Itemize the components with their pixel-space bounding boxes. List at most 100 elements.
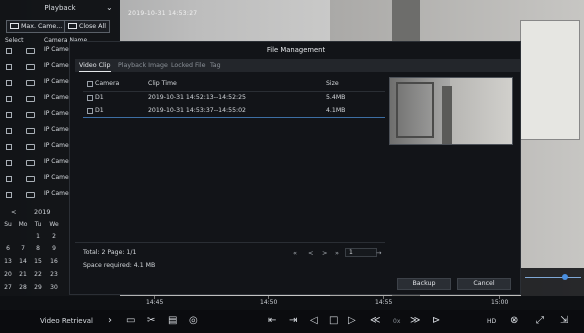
checkbox[interactable] [6,80,12,86]
hd-label[interactable]: HD [487,318,496,325]
timeline-label: 14:45 [146,299,164,306]
camera-icon [26,96,35,102]
snapshot-camera-icon[interactable]: ◎ [189,315,198,327]
image-icon[interactable]: ▤ [168,315,177,327]
checkbox[interactable] [6,160,12,166]
tab-tag[interactable]: Tag [210,62,221,69]
camera-icon [26,160,35,166]
checkbox[interactable] [6,144,12,150]
slider-handle[interactable] [562,274,568,280]
calendar-day[interactable]: 20 [1,271,15,278]
dialog-title: File Management [266,46,326,54]
calendar-day[interactable]: 30 [47,284,61,291]
checkbox[interactable] [6,48,12,54]
checkbox[interactable] [6,96,12,102]
select-all-checkbox[interactable] [87,81,93,87]
camera-icon [26,64,35,70]
timeline-label: 15:00 [491,299,509,306]
cancel-button[interactable]: Cancel [457,278,511,290]
tab-playback-image[interactable]: Playback Image [118,62,168,69]
checkbox[interactable] [6,192,12,198]
calendar-day[interactable]: 6 [1,245,15,252]
exit-icon[interactable]: ⇲ [560,315,568,327]
playback-title: Playback [44,4,76,12]
table-header: Camera Clip Time Size [83,78,385,90]
calendar-day[interactable]: 9 [47,245,61,252]
first-page-button[interactable]: « [293,249,297,257]
next-frame-icon[interactable]: ⊳ [432,315,440,327]
calendar-day[interactable]: 16 [47,258,61,265]
go-page-button[interactable]: → [376,249,381,257]
total-label: Total: 2 Page: 1/1 [83,249,137,256]
camera-timestamp: 2019-10-31 14:53:27 [128,10,198,17]
column-select: Select [5,37,24,44]
space-required-label: Space required: 4.1 MB [83,262,156,269]
volume-strip [521,268,584,296]
calendar-day[interactable]: 2 [47,233,61,240]
max-camera-button[interactable]: Max. Came... [6,20,67,33]
tab-bar: Video Clip Playback Image Locked File Ta… [75,59,520,72]
tab-locked-file[interactable]: Locked File [171,62,206,69]
fisheye-icon[interactable]: ⊗ [510,315,518,327]
calendar-day[interactable]: 13 [1,258,15,265]
calendar-day[interactable]: 1 [31,233,45,240]
calendar-day[interactable]: 27 [1,284,15,291]
calendar-day-of-week: Tu [34,221,42,228]
cell-clip-time: 2019-10-31 14:52:13--14:52:25 [148,94,246,101]
calendar-year: 2019 [34,208,51,216]
cell-camera: D1 [95,94,104,101]
checkbox[interactable] [6,64,12,70]
row-checkbox[interactable] [87,108,93,114]
reverse-play-icon[interactable]: ◁ [310,315,318,327]
calendar-day[interactable]: 14 [16,258,30,265]
next-page-button[interactable]: > [322,249,327,257]
table-row[interactable]: D1 2019-10-31 14:53:37--14:55:02 4.1MB [83,105,385,118]
timeline-label: 14:55 [375,299,393,306]
video-preview [389,77,513,145]
calendar-day-of-week: Su [4,221,12,228]
camera-icon [26,176,35,182]
play-icon[interactable]: ▷ [348,315,356,327]
rewind-icon[interactable]: ≪ [370,315,380,327]
file-management-dialog: File Management Video Clip Playback Imag… [69,41,521,295]
tab-video-clip[interactable]: Video Clip [79,62,111,72]
cell-camera: D1 [95,107,104,114]
fullscreen-icon[interactable]: ⤢ [536,315,544,327]
prev-page-button[interactable]: < [308,249,313,257]
calendar-day[interactable]: 15 [31,258,45,265]
fast-forward-icon[interactable]: ≫ [410,315,420,327]
calendar-day[interactable]: 23 [47,271,61,278]
chevron-right-icon[interactable]: › [108,315,112,327]
checkbox[interactable] [6,176,12,182]
camera-icon [26,192,35,198]
bottom-toolbar: Video Retrieval › ▭ ✂ ▤ ◎ ⇤ ⇥ ◁ □ ▷ ≪ 0x… [0,310,584,333]
calendar-day[interactable]: 28 [16,284,30,291]
volume-slider[interactable] [525,277,581,278]
calendar-prev-button[interactable]: < [11,208,16,216]
checkbox[interactable] [6,128,12,134]
chevron-down-icon[interactable]: ⌄ [106,3,113,12]
calendar-day[interactable]: 7 [16,245,30,252]
close-all-button[interactable]: Close All [64,20,110,33]
record-icon[interactable]: ▭ [126,315,135,327]
checkbox[interactable] [6,112,12,118]
timeline-label: 14:50 [260,299,278,306]
close-window-icon [68,23,77,29]
calendar-day[interactable]: 29 [31,284,45,291]
column-clip-time: Clip Time [148,80,177,87]
calendar-day-of-week: We [49,221,59,228]
camera-icon [26,128,35,134]
step-back-icon[interactable]: ⇤ [268,315,276,327]
page-number-input[interactable]: 1 [345,248,377,257]
table-row[interactable]: D1 2019-10-31 14:52:13--14:52:25 5.4MB [83,92,385,105]
clip-scissors-icon[interactable]: ✂ [147,315,155,327]
timeline[interactable]: 14:45 14:50 14:55 15:00 [0,296,584,310]
calendar-day[interactable]: 8 [31,245,45,252]
row-checkbox[interactable] [87,95,93,101]
step-forward-icon[interactable]: ⇥ [289,315,297,327]
last-page-button[interactable]: » [335,249,339,257]
calendar-day[interactable]: 21 [16,271,30,278]
backup-button[interactable]: Backup [397,278,451,290]
stop-icon[interactable]: □ [329,315,338,327]
calendar-day[interactable]: 22 [31,271,45,278]
